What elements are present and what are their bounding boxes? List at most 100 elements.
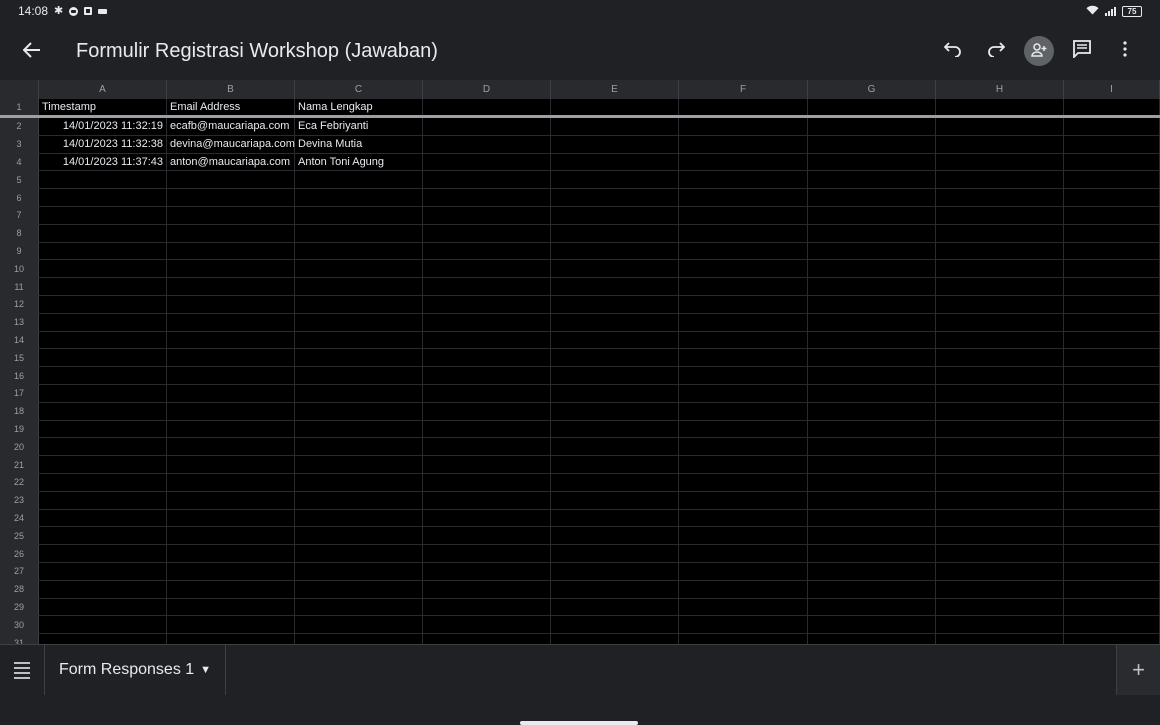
table-cell[interactable] bbox=[551, 171, 679, 189]
table-cell[interactable] bbox=[423, 598, 551, 616]
table-cell[interactable] bbox=[423, 313, 551, 331]
table-cell[interactable]: Devina Mutia bbox=[295, 135, 423, 153]
row-header[interactable]: 12 bbox=[0, 295, 39, 313]
table-cell[interactable] bbox=[423, 473, 551, 491]
table-cell[interactable] bbox=[936, 242, 1064, 260]
comment-button[interactable] bbox=[1060, 31, 1103, 71]
table-cell[interactable] bbox=[551, 598, 679, 616]
table-cell[interactable] bbox=[1064, 189, 1160, 206]
table-cell[interactable] bbox=[167, 616, 295, 634]
table-cell[interactable] bbox=[1064, 260, 1160, 278]
table-cell[interactable] bbox=[1064, 562, 1160, 580]
column-header[interactable]: G bbox=[808, 80, 936, 99]
table-cell[interactable] bbox=[1064, 242, 1160, 260]
table-cell[interactable] bbox=[1064, 616, 1160, 634]
table-cell[interactable]: Nama Lengkap bbox=[295, 99, 423, 115]
row-header[interactable]: 15 bbox=[0, 349, 39, 367]
table-cell[interactable] bbox=[936, 598, 1064, 616]
table-cell[interactable] bbox=[1064, 118, 1160, 135]
table-cell[interactable] bbox=[1064, 206, 1160, 224]
table-cell[interactable] bbox=[936, 438, 1064, 456]
table-cell[interactable] bbox=[167, 384, 295, 402]
table-cell[interactable] bbox=[679, 491, 808, 509]
table-cell[interactable] bbox=[808, 242, 936, 260]
table-cell[interactable] bbox=[167, 224, 295, 242]
table-cell[interactable] bbox=[936, 473, 1064, 491]
row-header[interactable]: 27 bbox=[0, 562, 39, 580]
table-cell[interactable] bbox=[679, 99, 808, 115]
table-cell[interactable] bbox=[1064, 545, 1160, 562]
select-all-corner[interactable] bbox=[0, 80, 39, 99]
table-cell[interactable] bbox=[423, 242, 551, 260]
table-cell[interactable] bbox=[679, 153, 808, 171]
table-cell[interactable] bbox=[808, 509, 936, 527]
table-cell[interactable] bbox=[679, 562, 808, 580]
table-cell[interactable] bbox=[423, 384, 551, 402]
row-header[interactable]: 24 bbox=[0, 509, 39, 527]
home-indicator[interactable] bbox=[520, 721, 638, 725]
table-cell[interactable] bbox=[295, 367, 423, 384]
table-cell[interactable] bbox=[1064, 491, 1160, 509]
row-header[interactable]: 14 bbox=[0, 331, 39, 349]
table-cell[interactable] bbox=[808, 420, 936, 438]
table-cell[interactable] bbox=[936, 509, 1064, 527]
column-header[interactable]: B bbox=[167, 80, 295, 99]
row-header[interactable]: 28 bbox=[0, 580, 39, 598]
table-cell[interactable] bbox=[551, 473, 679, 491]
table-cell[interactable] bbox=[39, 473, 167, 491]
table-cell[interactable] bbox=[423, 438, 551, 456]
table-cell[interactable] bbox=[295, 224, 423, 242]
table-cell[interactable] bbox=[936, 118, 1064, 135]
table-cell[interactable] bbox=[808, 367, 936, 384]
table-cell[interactable] bbox=[39, 331, 167, 349]
table-cell[interactable] bbox=[1064, 224, 1160, 242]
table-cell[interactable] bbox=[808, 473, 936, 491]
table-cell[interactable] bbox=[167, 278, 295, 295]
table-cell[interactable] bbox=[808, 580, 936, 598]
table-cell[interactable] bbox=[808, 295, 936, 313]
table-cell[interactable] bbox=[167, 367, 295, 384]
table-cell[interactable] bbox=[936, 616, 1064, 634]
table-cell[interactable] bbox=[423, 153, 551, 171]
row-header[interactable]: 13 bbox=[0, 313, 39, 331]
table-cell[interactable]: 14/01/2023 11:32:19 bbox=[39, 118, 167, 135]
row-header[interactable]: 7 bbox=[0, 206, 39, 224]
table-cell[interactable] bbox=[808, 260, 936, 278]
table-cell[interactable] bbox=[808, 135, 936, 153]
table-cell[interactable] bbox=[39, 189, 167, 206]
row-header[interactable]: 4 bbox=[0, 153, 39, 171]
table-cell[interactable]: Eca Febriyanti bbox=[295, 118, 423, 135]
table-cell[interactable] bbox=[936, 420, 1064, 438]
table-cell[interactable] bbox=[39, 634, 167, 644]
table-cell[interactable] bbox=[551, 402, 679, 420]
table-cell[interactable] bbox=[551, 242, 679, 260]
column-header[interactable]: H bbox=[936, 80, 1064, 99]
table-cell[interactable] bbox=[1064, 598, 1160, 616]
table-cell[interactable] bbox=[936, 260, 1064, 278]
table-cell[interactable] bbox=[1064, 580, 1160, 598]
table-cell[interactable] bbox=[423, 420, 551, 438]
table-cell[interactable] bbox=[1064, 99, 1160, 115]
table-cell[interactable] bbox=[295, 527, 423, 545]
column-header[interactable]: I bbox=[1064, 80, 1160, 99]
sheet-tab-active[interactable]: Form Responses 1 ▼ bbox=[45, 645, 227, 695]
table-cell[interactable] bbox=[423, 331, 551, 349]
table-cell[interactable]: devina@maucariapa.com bbox=[167, 135, 295, 153]
table-cell[interactable] bbox=[551, 135, 679, 153]
table-cell[interactable] bbox=[39, 580, 167, 598]
table-cell[interactable] bbox=[679, 367, 808, 384]
table-cell[interactable] bbox=[39, 438, 167, 456]
column-header[interactable]: E bbox=[551, 80, 679, 99]
table-cell[interactable] bbox=[936, 295, 1064, 313]
table-cell[interactable] bbox=[423, 118, 551, 135]
table-cell[interactable] bbox=[295, 331, 423, 349]
table-cell[interactable] bbox=[39, 456, 167, 473]
table-cell[interactable] bbox=[423, 634, 551, 644]
row-header[interactable]: 2 bbox=[0, 118, 39, 135]
table-cell[interactable] bbox=[39, 616, 167, 634]
table-cell[interactable] bbox=[551, 420, 679, 438]
table-cell[interactable] bbox=[423, 295, 551, 313]
row-header[interactable]: 17 bbox=[0, 384, 39, 402]
table-cell[interactable] bbox=[679, 189, 808, 206]
table-cell[interactable] bbox=[423, 580, 551, 598]
